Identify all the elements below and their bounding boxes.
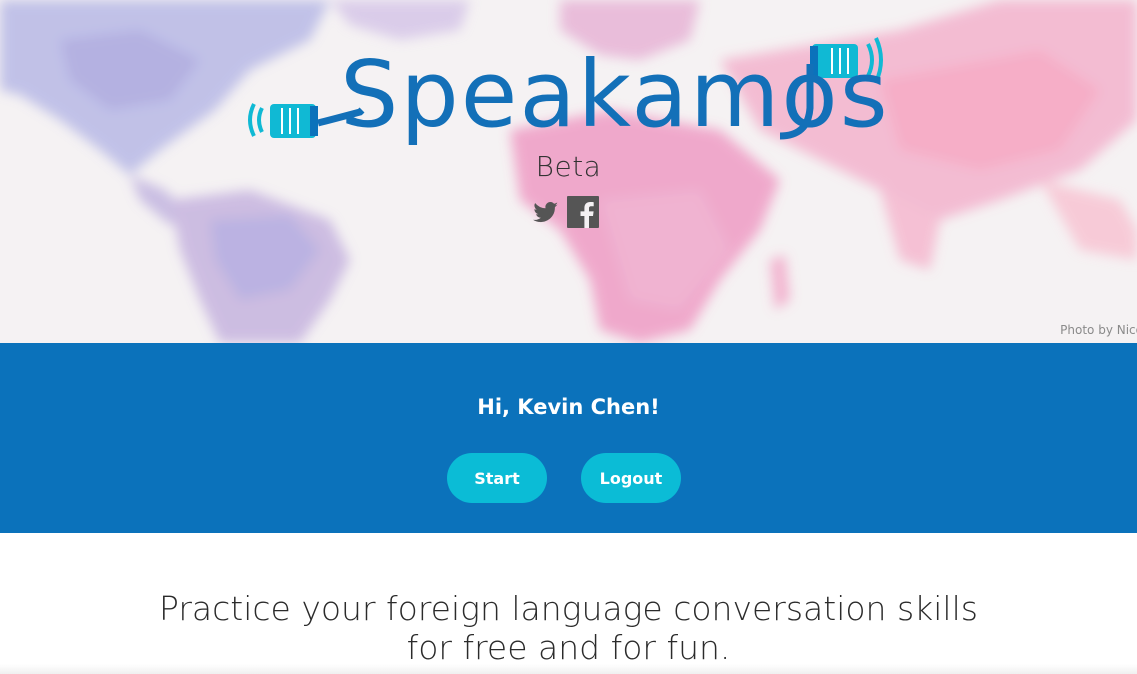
logo-wordmark: Speakamos <box>340 41 890 148</box>
facebook-icon[interactable] <box>567 196 599 228</box>
logo-graphic: Speakamos <box>248 37 890 148</box>
tagline: Practice your foreign language conversat… <box>0 533 1137 667</box>
greeting-text: Hi, Kevin Chen! <box>477 395 660 419</box>
speakamos-logo[interactable]: Speakamos <box>240 28 890 158</box>
photo-credit[interactable]: Photo by Nico <box>1060 323 1137 337</box>
start-button[interactable]: Start <box>447 453 547 503</box>
logout-button[interactable]: Logout <box>581 453 681 503</box>
bottom-shadow <box>0 664 1137 674</box>
twitter-icon[interactable] <box>529 196 561 228</box>
hero-banner: Speakamos Beta Photo by Nico <box>0 0 1137 343</box>
social-links <box>529 196 599 228</box>
tagline-line-2: for free and for fun. <box>406 628 731 667</box>
action-buttons: Start Logout <box>447 453 681 503</box>
welcome-band: Hi, Kevin Chen! Start Logout <box>0 343 1137 533</box>
tagline-line-1: Practice your foreign language conversat… <box>159 589 978 628</box>
beta-subtitle: Beta <box>535 150 602 183</box>
left-tin-can-icon <box>248 103 318 138</box>
